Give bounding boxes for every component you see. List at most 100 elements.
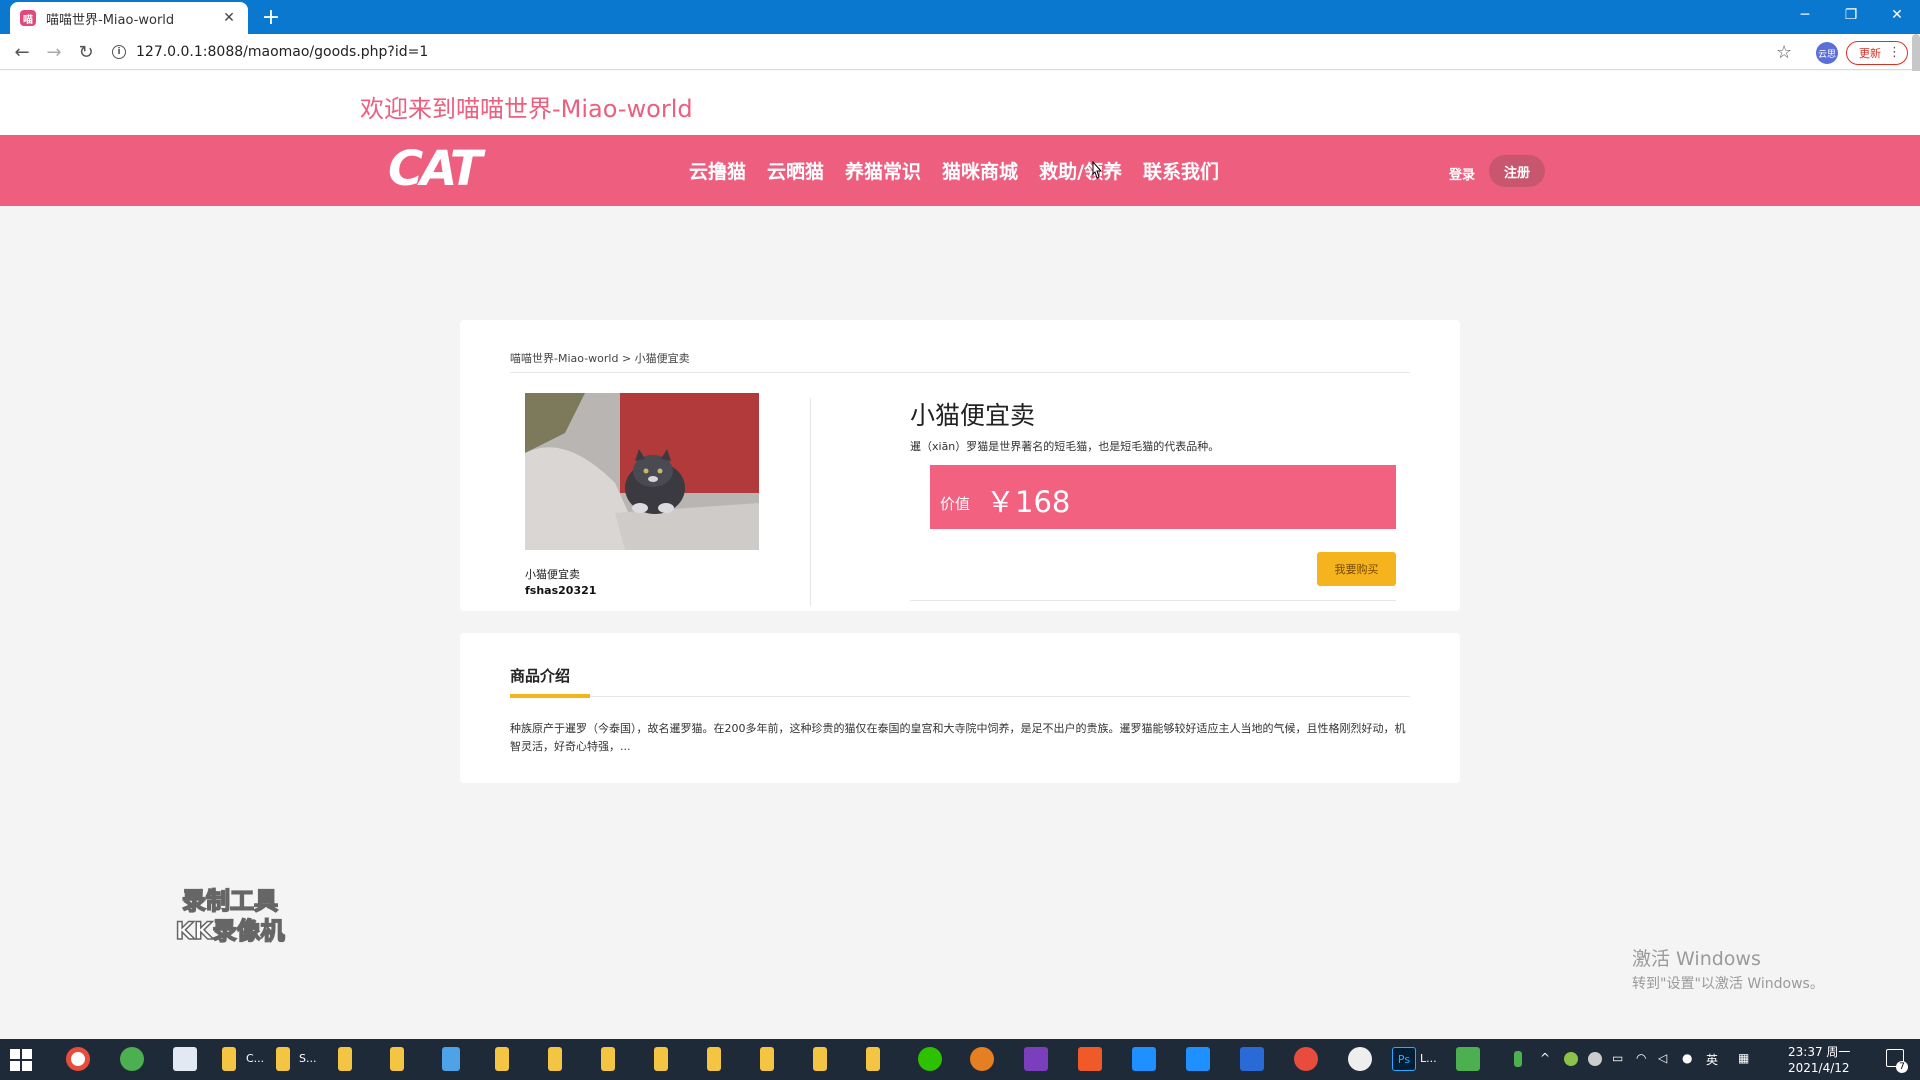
tray-app-icon[interactable]: [1564, 1052, 1578, 1066]
url-text[interactable]: 127.0.0.1:8088/maomao/goods.php?id=1: [136, 44, 428, 60]
nav-link-cloud-show[interactable]: 云晒猫: [767, 157, 824, 184]
orange-app-icon[interactable]: [970, 1047, 994, 1071]
intro-divider: [510, 696, 1410, 697]
tray-expand-icon[interactable]: ^: [1540, 1051, 1550, 1065]
address-bar[interactable]: i 127.0.0.1:8088/maomao/goods.php?id=1: [112, 39, 1792, 65]
intro-title: 商品介绍: [510, 667, 571, 685]
taskbar-label-c[interactable]: C...: [246, 1052, 264, 1065]
buy-button[interactable]: 我要购买: [1317, 552, 1396, 586]
breadcrumb-divider: [510, 372, 1410, 373]
spreadsheet-icon[interactable]: [1456, 1047, 1480, 1071]
folder-icon[interactable]: [390, 1047, 404, 1071]
windows-start-icon[interactable]: [10, 1049, 32, 1071]
price-label: 价值: [940, 495, 971, 513]
window-close-button[interactable]: ✕: [1874, 0, 1920, 30]
browser-toolbar: ← → ↻ i 127.0.0.1:8088/maomao/goods.php?…: [0, 34, 1920, 70]
site-info-icon[interactable]: i: [112, 45, 126, 59]
photoshop-icon[interactable]: Ps: [1392, 1047, 1416, 1071]
watermark-line-2: KK录像机: [175, 916, 286, 946]
profile-avatar-icon[interactable]: 云思: [1816, 42, 1838, 64]
taskbar-label-ps[interactable]: L...: [1420, 1052, 1437, 1065]
update-label: 更新: [1859, 47, 1881, 60]
nav-link-cloud-pet[interactable]: 云撸猫: [689, 157, 746, 184]
blue-window-icon[interactable]: [1132, 1047, 1156, 1071]
volume-icon[interactable]: ◁: [1658, 1051, 1667, 1065]
goods-title: 小猫便宜卖: [910, 401, 1036, 430]
chrome-icon[interactable]: [66, 1047, 90, 1071]
folder-icon[interactable]: [601, 1047, 615, 1071]
network-icon[interactable]: ▭: [1612, 1051, 1623, 1065]
folder-icon[interactable]: [338, 1047, 352, 1071]
folder-icon[interactable]: [707, 1047, 721, 1071]
update-button[interactable]: 更新 ⋮: [1846, 41, 1908, 65]
goods-detail-card: 喵喵世界-Miao-world > 小猫便宜卖 小猫便宜卖 fshas20321…: [460, 320, 1460, 611]
folder-icon[interactable]: [548, 1047, 562, 1071]
intro-text: 种族原产于暹罗（今泰国），故名暹罗猫。在200多年前，这种珍贵的猫仅在泰国的皇宫…: [510, 722, 1406, 753]
nav-link-cat-shop[interactable]: 猫咪商城: [942, 157, 1018, 184]
welcome-text: 欢迎来到喵喵世界-Miao-world: [360, 95, 693, 123]
new-tab-button[interactable]: +: [258, 4, 284, 30]
blue-window-icon[interactable]: [1186, 1047, 1210, 1071]
blue-app-icon[interactable]: [442, 1047, 460, 1071]
folder-icon[interactable]: [495, 1047, 509, 1071]
keyboard-grid-icon[interactable]: ▦: [1738, 1051, 1749, 1065]
folder-icon[interactable]: [813, 1047, 827, 1071]
seller-name: fshas20321: [525, 584, 597, 597]
forward-arrow-icon[interactable]: →: [42, 40, 66, 64]
browser-tab-strip: 喵 喵喵世界-Miao-world ✕ + ─ ❐ ✕: [0, 0, 1920, 34]
taskbar-label-s[interactable]: S...: [299, 1052, 316, 1065]
explorer-window-icon[interactable]: [173, 1047, 197, 1071]
welcome-bar: 欢迎来到喵喵世界-Miao-world: [0, 71, 1920, 135]
back-arrow-icon[interactable]: ←: [10, 40, 34, 64]
wechat-tray-icon[interactable]: [1588, 1052, 1602, 1066]
sublime-icon[interactable]: [1078, 1047, 1102, 1071]
red-app-icon[interactable]: [1294, 1047, 1318, 1071]
wifi-icon[interactable]: ◠: [1636, 1051, 1646, 1065]
ime-indicator[interactable]: 英: [1706, 1051, 1718, 1068]
goods-intro-card: 商品介绍 种族原产于暹罗（今泰国），故名暹罗猫。在200多年前，这种珍贵的猫仅在…: [460, 633, 1460, 783]
clock-date[interactable]: 2021/4/12: [1788, 1061, 1850, 1075]
cat-logo[interactable]: CAT: [388, 141, 483, 197]
nav-link-rescue-adopt[interactable]: 救助/领养: [1039, 157, 1122, 184]
qq-tray-icon[interactable]: ●: [1682, 1051, 1692, 1065]
activate-windows-subtitle: 转到"设置"以激活 Windows。: [1632, 976, 1824, 992]
watermark-line-1: 录制工具: [181, 886, 279, 916]
bookmark-star-icon[interactable]: ☆: [1776, 42, 1792, 63]
web-page: 欢迎来到喵喵世界-Miao-world CAT 云撸猫 云晒猫 养猫常识 猫咪商…: [0, 71, 1920, 1039]
folder-icon[interactable]: [866, 1047, 880, 1071]
folder-icon[interactable]: [654, 1047, 668, 1071]
tab-title: 喵喵世界-Miao-world: [46, 12, 175, 28]
nav-link-contact[interactable]: 联系我们: [1143, 157, 1219, 184]
register-button[interactable]: 注册: [1489, 155, 1545, 187]
vs-icon[interactable]: [1240, 1047, 1264, 1071]
wechat-icon[interactable]: [918, 1047, 942, 1071]
breadcrumb[interactable]: 喵喵世界-Miao-world > 小猫便宜卖: [510, 350, 690, 366]
goods-image-kitten: [525, 393, 759, 550]
notification-count-badge: 7: [1896, 1061, 1908, 1073]
folder-icon[interactable]: [760, 1047, 774, 1071]
folder-icon[interactable]: [276, 1047, 290, 1071]
green-app-icon[interactable]: [120, 1047, 144, 1071]
vertical-divider: [810, 398, 811, 606]
clock-time[interactable]: 23:37 周一: [1788, 1043, 1850, 1060]
browser-tab-active[interactable]: 喵 喵喵世界-Miao-world ✕: [10, 2, 248, 34]
phpstorm-icon[interactable]: [1024, 1047, 1048, 1071]
windows-taskbar: C... S... Ps L... ^ ▭ ◠ ◁ ● 英 ▦ 23:37 周一…: [0, 1039, 1920, 1080]
nav-link-cat-knowledge[interactable]: 养猫常识: [845, 157, 921, 184]
nav-links: 云撸猫 云晒猫 养猫常识 猫咪商城 救助/领养 联系我们: [689, 157, 1219, 184]
price-value: ￥168: [986, 485, 1071, 519]
price-box: 价值 ￥168: [930, 465, 1396, 529]
folder-icon[interactable]: [222, 1047, 236, 1071]
recorder-icon[interactable]: [1348, 1047, 1372, 1071]
site-navbar: CAT 云撸猫 云晒猫 养猫常识 猫咪商城 救助/领养 联系我们 登录 注册: [0, 135, 1920, 206]
image-caption: 小猫便宜卖: [525, 568, 580, 581]
activate-windows-title: 激活 Windows: [1632, 948, 1761, 970]
window-minimize-button[interactable]: ─: [1782, 0, 1828, 30]
login-link[interactable]: 登录: [1449, 164, 1475, 183]
tab-close-icon[interactable]: ✕: [220, 10, 238, 26]
battery-icon[interactable]: [1514, 1051, 1522, 1067]
goods-description: 暹（xiān）罗猫是世界著名的短毛猫，也是短毛猫的代表品种。: [910, 440, 1220, 453]
window-restore-button[interactable]: ❐: [1828, 0, 1874, 30]
reload-icon[interactable]: ↻: [74, 40, 98, 64]
browser-menu-icon[interactable]: ⋮: [1888, 45, 1901, 60]
